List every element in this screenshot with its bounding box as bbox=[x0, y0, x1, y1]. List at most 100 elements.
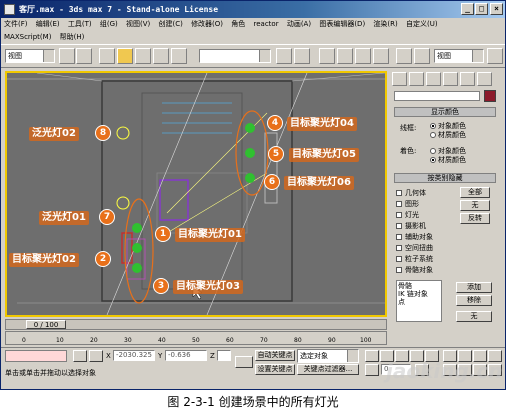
menu-edit[interactable]: 编辑(E) bbox=[33, 18, 63, 31]
menu-graph-editors[interactable]: 图表编辑器(D) bbox=[316, 18, 368, 31]
menu-customize[interactable]: 自定义(U) bbox=[403, 18, 441, 31]
wireframe-label: 线框: bbox=[400, 124, 417, 132]
figure-caption: 图 2-3-1 创建场景中的所有灯光 bbox=[167, 395, 339, 409]
named-selection-set[interactable] bbox=[199, 49, 271, 63]
callout-1-number: 1 bbox=[155, 226, 171, 242]
category-geometry[interactable]: 几何体 bbox=[396, 188, 426, 198]
category-cameras[interactable]: 摄影机 bbox=[396, 221, 426, 231]
motion-tab-icon[interactable] bbox=[443, 72, 458, 86]
callout-6-number: 6 bbox=[264, 174, 280, 190]
select-icon[interactable] bbox=[59, 48, 75, 64]
auto-key-button[interactable]: 自动关键点 bbox=[255, 350, 295, 361]
key-mode-icon[interactable] bbox=[365, 364, 379, 376]
list-item[interactable]: 骨骼 bbox=[398, 282, 440, 290]
menu-maxscript[interactable]: MAXScript(M) bbox=[1, 31, 54, 43]
category-space-warps[interactable]: 空间扭曲 bbox=[396, 243, 433, 253]
absolute-mode-icon[interactable] bbox=[89, 350, 103, 362]
remove-button[interactable]: 移除 bbox=[456, 295, 492, 306]
schematic-icon[interactable] bbox=[355, 48, 371, 64]
maximize-button[interactable]: □ bbox=[475, 3, 488, 15]
prompt-text: 单击或单击并拖动以选择对象 bbox=[5, 369, 96, 377]
none-button[interactable]: 无 bbox=[460, 200, 490, 211]
minimize-button[interactable]: _ bbox=[461, 3, 474, 15]
list-item[interactable]: IK 链对象 bbox=[398, 290, 440, 298]
checkbox-icon bbox=[396, 245, 402, 251]
magnet-icon[interactable] bbox=[153, 48, 169, 64]
menu-file[interactable]: 文件(F) bbox=[1, 18, 31, 31]
hide-by-category-rollout[interactable]: 按类别隐藏 bbox=[394, 173, 496, 183]
curve-editor-icon[interactable] bbox=[337, 48, 353, 64]
menu-create[interactable]: 创建(C) bbox=[155, 18, 185, 31]
tick-label: 80 bbox=[294, 337, 302, 344]
scale-icon[interactable] bbox=[135, 48, 151, 64]
tick-label: 60 bbox=[226, 337, 234, 344]
category-particle-systems[interactable]: 粒子系统 bbox=[396, 254, 433, 264]
wireframe-material-color-option[interactable]: 材质颜色 bbox=[430, 130, 466, 140]
rotate-icon[interactable] bbox=[117, 48, 133, 64]
modify-tab-icon[interactable] bbox=[409, 72, 424, 86]
time-slider-thumb[interactable]: 0 / 100 bbox=[26, 320, 66, 329]
y-coordinate-field[interactable]: -0.636 bbox=[165, 350, 207, 361]
hierarchy-tab-icon[interactable] bbox=[426, 72, 441, 86]
menu-tools[interactable]: 工具(T) bbox=[65, 18, 95, 31]
key-filters-button[interactable]: 关键点过滤器... bbox=[297, 364, 359, 375]
list-item[interactable]: 点 bbox=[398, 298, 440, 306]
object-color-swatch[interactable] bbox=[484, 90, 496, 102]
menu-animation[interactable]: 动画(A) bbox=[284, 18, 314, 31]
menu-rendering[interactable]: 渲染(R) bbox=[370, 18, 400, 31]
callout-2-label: 目标聚光灯02 bbox=[9, 253, 79, 267]
mirror-icon[interactable] bbox=[276, 48, 292, 64]
maxscript-listener-mini[interactable] bbox=[5, 350, 67, 362]
invert-button[interactable]: 反转 bbox=[460, 213, 490, 224]
callout-4-number: 4 bbox=[267, 115, 283, 131]
align-icon[interactable] bbox=[294, 48, 310, 64]
material-editor-icon[interactable] bbox=[373, 48, 389, 64]
display-tab-icon[interactable] bbox=[460, 72, 475, 86]
category-lights[interactable]: 灯光 bbox=[396, 210, 419, 220]
go-to-start-icon[interactable] bbox=[365, 350, 379, 362]
menu-views[interactable]: 视图(V) bbox=[123, 18, 153, 31]
menu-help[interactable]: 帮助(H) bbox=[57, 31, 88, 43]
quick-render-icon[interactable] bbox=[414, 48, 430, 64]
none-button-2[interactable]: 无 bbox=[456, 311, 492, 322]
scene-wireframe bbox=[7, 73, 385, 315]
track-bar[interactable]: 0 10 20 30 40 50 60 70 80 90 100 bbox=[5, 331, 387, 345]
category-bone-objects[interactable]: 骨骼对象 bbox=[396, 265, 433, 275]
category-helpers[interactable]: 辅助对象 bbox=[396, 232, 433, 242]
category-listbox[interactable]: 骨骼 IK 链对象 点 bbox=[396, 280, 442, 322]
render-type-select[interactable]: 视图 bbox=[434, 49, 484, 63]
menu-reactor[interactable]: reactor bbox=[251, 18, 282, 31]
z-coordinate-field[interactable] bbox=[217, 350, 231, 361]
select-by-name-icon[interactable] bbox=[76, 48, 92, 64]
menu-modifiers[interactable]: 修改器(O) bbox=[188, 18, 226, 31]
viewport-perspective[interactable]: 8 泛光灯02 7 泛光灯01 2 目标聚光灯02 1 目标聚光灯01 3 目标… bbox=[5, 71, 387, 317]
utilities-tab-icon[interactable] bbox=[477, 72, 492, 86]
display-color-rollout[interactable]: 显示颜色 bbox=[394, 107, 496, 117]
callout-3-number: 3 bbox=[153, 278, 169, 294]
menu-group[interactable]: 组(G) bbox=[97, 18, 121, 31]
callout-8-number: 8 bbox=[95, 125, 111, 141]
layer-icon[interactable] bbox=[319, 48, 335, 64]
render-scene-icon[interactable] bbox=[396, 48, 412, 64]
create-tab-icon[interactable] bbox=[392, 72, 407, 86]
lock-selection-icon[interactable] bbox=[73, 350, 87, 362]
x-coordinate-field[interactable]: -2030.325 bbox=[113, 350, 155, 361]
teapot-icon[interactable] bbox=[487, 48, 503, 64]
set-key-button[interactable]: 设置关键点 bbox=[255, 364, 295, 375]
close-button[interactable]: × bbox=[490, 3, 503, 15]
all-button[interactable]: 全部 bbox=[460, 187, 490, 198]
add-button[interactable]: 添加 bbox=[456, 282, 492, 293]
reference-coord-select[interactable]: 视图 bbox=[5, 49, 55, 63]
tick-label: 40 bbox=[158, 337, 166, 344]
callout-5-label: 目标聚光灯05 bbox=[289, 148, 359, 162]
shaded-material-color-option[interactable]: 材质颜色 bbox=[430, 155, 466, 165]
time-slider[interactable]: 0 / 100 bbox=[5, 319, 387, 330]
move-icon[interactable] bbox=[99, 48, 115, 64]
category-shapes[interactable]: 图形 bbox=[396, 199, 419, 209]
angle-snap-icon[interactable] bbox=[171, 48, 187, 64]
key-icon[interactable] bbox=[235, 356, 253, 368]
callout-5-number: 5 bbox=[268, 146, 284, 162]
selection-set-select[interactable]: 选定对象 bbox=[297, 349, 359, 363]
menu-character[interactable]: 角色 bbox=[228, 18, 248, 31]
object-name-field[interactable] bbox=[394, 91, 480, 101]
